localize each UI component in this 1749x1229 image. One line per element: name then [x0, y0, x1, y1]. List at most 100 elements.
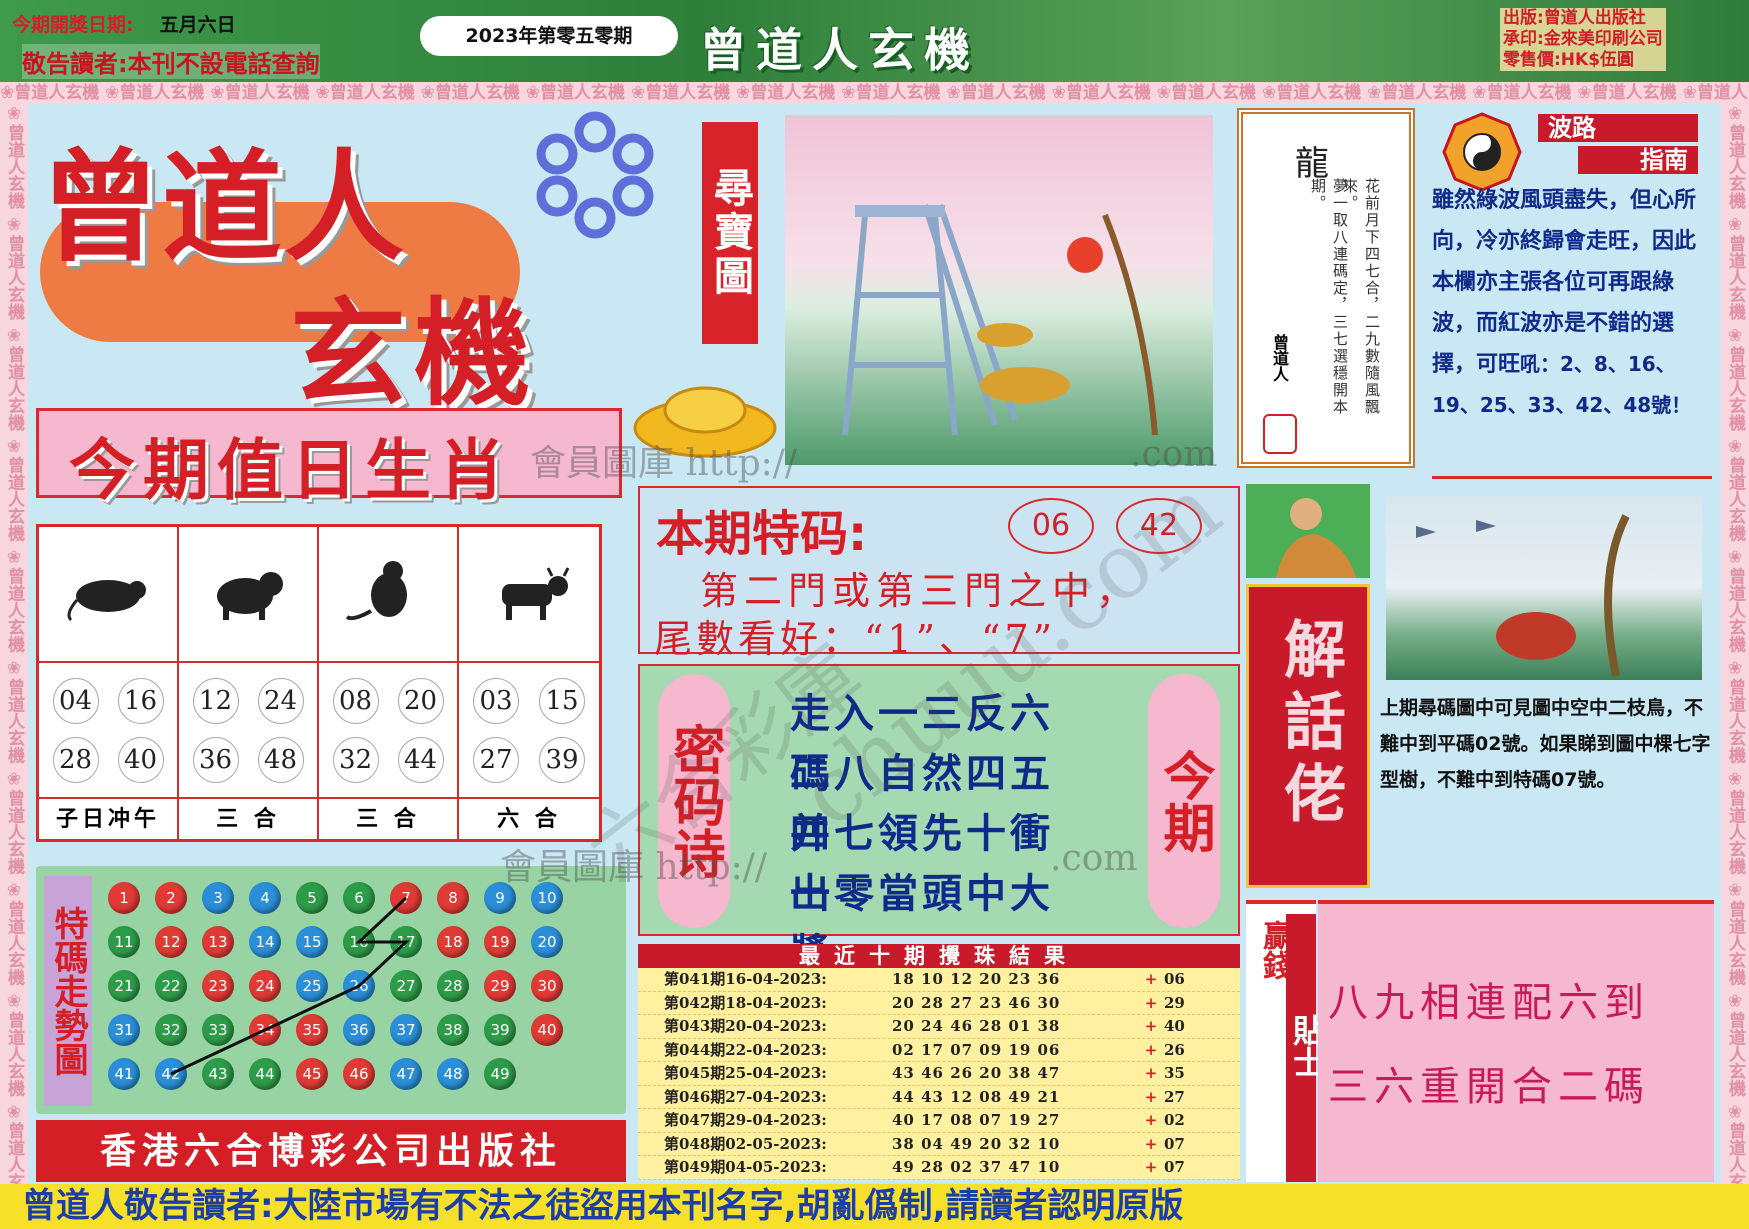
zodiac-picture [319, 527, 457, 663]
masthead-title: 曾道人玄機 [700, 23, 980, 77]
header: 今期開獎日期: 五月六日 敬告讀者:本刊不設電話查詢 2023年第零五零期 曾道人… [0, 0, 1749, 82]
tips-tag-bar: 貼士 [1286, 914, 1326, 1182]
zodiac-picture [179, 527, 317, 663]
bolu-title-2: 指南 [1578, 146, 1698, 174]
hint-card-author: 曾道人 [1270, 334, 1289, 382]
price-line: 零售價:HK$伍圓 [1500, 50, 1666, 71]
zodiac-numbers: 08 20 32 44 [319, 663, 457, 799]
sage-illustration [1246, 484, 1370, 578]
border-strip-top: ❀曾道人玄機 ❀曾道人玄機 ❀曾道人玄機 ❀曾道人玄機 ❀曾道人玄機 ❀曾道人玄… [0, 82, 1749, 104]
result-special: 27 [1164, 1087, 1185, 1106]
result-period: 第042期18-04-2023: [664, 993, 827, 1012]
watermark-com: .com [1050, 838, 1138, 879]
zodiac-number: 24 [257, 677, 304, 724]
result-numbers: 43 46 26 20 38 47 [892, 1064, 1061, 1082]
trend-path [170, 896, 410, 1076]
trend-path-line [170, 896, 410, 1076]
result-row: 第042期18-04-2023: 20 28 27 23 46 30 +29 [638, 992, 1240, 1015]
sage-figure-icon [1276, 498, 1356, 578]
zodiac-number: 04 [52, 677, 99, 724]
footer-text: 曾道人敬告讀者:大陸市場有不法之徒盜用本刊名字,胡亂僞制,請讀者認明原版 [22, 1186, 1184, 1226]
recent-results: 最近十期攪珠結果 第041期16-04-2023: 18 10 12 20 23 … [638, 944, 1240, 1180]
ladder-animals-illustration [842, 204, 1158, 436]
result-numbers: 40 17 08 07 19 27 [892, 1111, 1061, 1129]
results-title: 最近十期攪珠結果 [638, 944, 1240, 968]
result-period: 第043期20-04-2023: [664, 1017, 827, 1035]
result-period: 第041期16-04-2023: [664, 970, 827, 988]
zodiac-number: 40 [117, 736, 164, 783]
result-plus: + [1144, 1087, 1158, 1106]
result-row: 第047期29-04-2023: 40 17 08 07 19 27 +02 [638, 1109, 1240, 1133]
zodiac-number: 28 [52, 736, 99, 783]
zodiac-title: 今期值日生肖 [69, 432, 513, 509]
result-period: 第048期02-05-2023: [664, 1134, 827, 1153]
bolu-paragraph: 雖然綠波風頭盡失，但心所向，冷亦終歸會走旺，因此本欄亦主張各位可再跟綠波，而紅波… [1432, 188, 1697, 377]
zodiac-column: 08 20 32 44 三 合 [319, 527, 459, 841]
result-plus: + [1144, 1134, 1158, 1153]
result-numbers: 20 24 46 28 01 38 [892, 1017, 1061, 1035]
result-numbers: 38 04 49 20 32 10 [892, 1134, 1061, 1153]
dog-icon [217, 572, 283, 620]
publisher-info: 出版:曾道人出版社 承印:金來美印刷公司 零售價:HK$伍圓 [1500, 8, 1666, 71]
zodiac-numbers: 12 24 36 48 [179, 663, 317, 799]
hint-verse-left: 夢一取八連碼定，三七選穩開本期。 [1309, 178, 1349, 416]
explainer-banner: 解話佬 [1246, 584, 1370, 888]
result-row: 第041期16-04-2023: 18 10 12 20 23 36 +06 [638, 968, 1240, 992]
zodiac-number: 32 [332, 736, 379, 783]
rat-icon [67, 580, 146, 622]
zodiac-label: 三 合 [216, 807, 280, 832]
result-special: 40 [1164, 1017, 1185, 1035]
result-row: 第043期20-04-2023: 20 24 46 28 01 38 +40 [638, 1015, 1240, 1039]
bolu-title-1: 波路 [1538, 114, 1698, 142]
result-period: 第046期27-04-2023: [664, 1087, 827, 1106]
result-numbers: 18 10 12 20 23 36 [892, 970, 1061, 988]
publisher-line: 出版:曾道人出版社 [1500, 8, 1666, 29]
publisher-banner: 香港六合博彩公司出版社 [36, 1120, 626, 1182]
zodiac-number: 08 [332, 677, 379, 724]
result-plus: + [1144, 970, 1158, 988]
draw-date-label: 今期開獎日期: [12, 14, 134, 36]
result-plus: + [1144, 1064, 1158, 1082]
winning-tips-tag: 贏錢 貼士 [1246, 900, 1326, 1182]
explainer-title: 解話佬 [1273, 617, 1346, 833]
zodiac-column: 04 16 28 40 子日冲午 [39, 527, 179, 841]
divider [1432, 476, 1712, 479]
result-numbers: 49 28 02 37 47 10 [892, 1158, 1061, 1176]
this-period-tag: 今期 [1148, 674, 1220, 928]
zodiac-label: 子日冲午 [55, 807, 160, 832]
result-period: 第045期25-04-2023: [664, 1064, 827, 1082]
result-plus: + [1144, 1158, 1158, 1176]
trend-title: 特碼走勢圖 [44, 876, 92, 1106]
logo-line-2: 玄機 [290, 287, 538, 422]
result-special: 07 [1164, 1134, 1185, 1153]
zodiac-number: 27 [473, 736, 519, 783]
zodiac-picture [459, 527, 599, 663]
tips-line-2: 三六重開合二碼 [1328, 1064, 1650, 1110]
issue-number: 2023年第零五零期 [420, 16, 678, 56]
zodiac-table: 04 16 28 40 子日冲午 12 24 36 48 三 合 08 20 3… [36, 524, 602, 842]
zodiac-column: 12 24 36 48 三 合 [179, 527, 319, 841]
result-special: 29 [1164, 993, 1185, 1012]
border-strip-left: ❀曾道人玄機 ❀曾道人玄機 ❀曾道人玄機 ❀曾道人玄機 ❀曾道人玄機 ❀曾道人玄… [0, 104, 28, 1184]
zodiac-number: 36 [192, 736, 239, 783]
result-numbers: 44 43 12 08 49 21 [892, 1087, 1061, 1106]
last-period-picture [1386, 496, 1702, 680]
border-strip-right: ❀曾道人玄機 ❀曾道人玄機 ❀曾道人玄機 ❀曾道人玄機 ❀曾道人玄機 ❀曾道人玄… [1721, 104, 1749, 1184]
treasure-map-picture [785, 115, 1213, 465]
result-special: 07 [1164, 1158, 1185, 1176]
zodiac-number: 20 [397, 677, 444, 724]
result-row: 第049期04-05-2023: 49 28 02 37 47 10 +07 [638, 1156, 1240, 1180]
result-numbers: 20 28 27 23 46 30 [892, 993, 1061, 1012]
last-period-explanation: 上期尋碼圖中可見圖中空中二枝鳥，不難中到平碼02號。如果睇到圖中棵七字型樹，不難… [1380, 697, 1711, 791]
result-period: 第049期04-05-2023: [664, 1158, 827, 1176]
results-rows: 第041期16-04-2023: 18 10 12 20 23 36 +06 第042… [638, 968, 1240, 1180]
poem-line: 一零當頭中大獎 [790, 870, 1054, 977]
result-plus: + [1144, 1040, 1158, 1059]
result-row: 第048期02-05-2023: 38 04 49 20 32 10 +07 [638, 1133, 1240, 1156]
zodiac-numbers: 04 16 28 40 [39, 663, 177, 799]
ox-icon [502, 567, 570, 620]
zodiac-numbers: 03 15 27 39 [459, 663, 599, 799]
result-special: 02 [1164, 1111, 1185, 1129]
result-plus: + [1144, 993, 1158, 1012]
notice-no-phone: 敬告讀者:本刊不設電話查詢 [22, 44, 320, 79]
